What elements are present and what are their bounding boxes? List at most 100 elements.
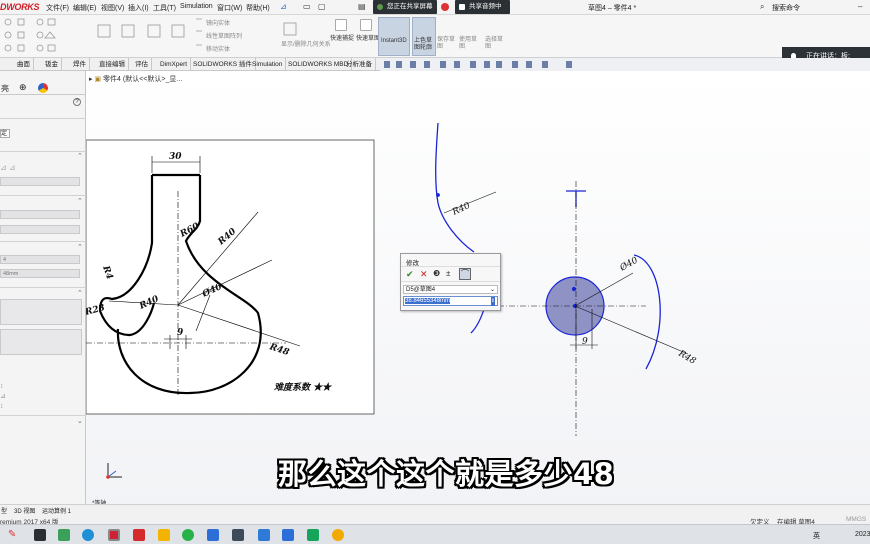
tab-analysis-prep[interactable]: 分析准备	[343, 58, 376, 71]
share-status-icon	[377, 4, 383, 10]
tab-model[interactable]: 型	[1, 506, 7, 515]
save-sketch[interactable]: 保存草图	[437, 37, 455, 51]
heads-up-toolbar	[380, 58, 870, 71]
appearance-tab-icon[interactable]	[38, 83, 48, 93]
screen-share-indicator[interactable]: 您正在共享屏幕	[373, 0, 437, 14]
solidworks-window: DWORKS 文件(F) 编辑(E) 视图(V) 插入(I) 工具(T) Sim…	[0, 0, 870, 544]
clock-year: 2023	[855, 531, 870, 538]
tab-3d-views[interactable]: 3D 视图	[14, 506, 35, 515]
tab-evaluate[interactable]: 评估	[132, 58, 152, 71]
rapid-sketch-icon[interactable]	[360, 19, 372, 31]
instant3d-button[interactable]: Instant3D	[378, 17, 410, 56]
options-box-2[interactable]	[0, 329, 82, 355]
reference-drawing-frame	[86, 139, 375, 415]
menu-edit[interactable]: 编辑(E)	[73, 3, 96, 13]
dimension-name-field[interactable]: 4	[0, 255, 80, 264]
menu-view[interactable]: 视图(V)	[101, 3, 124, 13]
ok-check-icon[interactable]: ✔	[406, 269, 414, 280]
app-icon-blue-2[interactable]	[282, 529, 294, 541]
rapid-sketch[interactable]: 快速草图	[356, 33, 380, 42]
mirror-entities[interactable]: 镜向实体	[206, 18, 230, 27]
tab-surface[interactable]: 曲面	[14, 58, 34, 71]
sketch-dim-r48[interactable]: R48	[676, 348, 698, 366]
tab-direct-editing[interactable]: 直接编辑	[96, 58, 129, 71]
menu-simulation[interactable]: Simulation	[180, 3, 213, 10]
record-icon[interactable]	[441, 3, 449, 11]
tab-simulation[interactable]: Simulation	[249, 58, 287, 71]
tab-sheet-metal[interactable]: 钣金	[42, 58, 62, 71]
menu-help[interactable]: 帮助(H)	[246, 3, 270, 13]
folder-icon[interactable]	[158, 529, 170, 541]
view-tools-icons[interactable]	[380, 58, 600, 71]
app-icon-green[interactable]	[58, 529, 70, 541]
search-icon[interactable]: ⌕	[760, 2, 764, 12]
quick-snap-icon[interactable]	[335, 19, 347, 31]
tab-motion-study[interactable]: 运动算例 1	[42, 506, 71, 515]
print-icon[interactable]: ▤	[358, 2, 366, 11]
feature-tree-tab-icon[interactable]: 亮	[1, 83, 9, 94]
options-box-1[interactable]	[0, 299, 82, 325]
use-sketch[interactable]: 使用草图	[459, 37, 477, 51]
move-entities[interactable]: 移动实体	[206, 44, 230, 53]
coordinate-triad	[106, 463, 122, 479]
pin-icon[interactable]: ⊿	[280, 2, 287, 11]
help-icon[interactable]: ?	[73, 98, 81, 106]
status-units[interactable]: MMGS	[846, 516, 866, 523]
rebuild-icon[interactable]: ❸	[433, 269, 440, 278]
app-icon-green-2[interactable]	[307, 529, 319, 541]
solidworks-taskbar-icon[interactable]	[108, 529, 120, 541]
dimxpert-tab-icon[interactable]: ⊕	[19, 82, 27, 93]
sketch-dim-phi40[interactable]: Ø40	[617, 255, 640, 275]
collapse-chevron-icon[interactable]: ⌃	[77, 289, 83, 297]
collapse-chevron-icon[interactable]: ⌃	[77, 243, 83, 251]
video-subtitle: 那么这个这个就是多少48	[278, 457, 615, 491]
minimize-icon[interactable]: –	[858, 2, 862, 11]
dialog-toolbar: ✔ ✕ ❸ ± ⌒	[401, 266, 500, 282]
shaded-sketch-contours-button[interactable]: 上色草图轮廓	[412, 17, 436, 56]
meeting-icon[interactable]	[258, 529, 270, 541]
scale-icon[interactable]: ±	[446, 269, 450, 278]
app-icon-gray[interactable]	[232, 529, 244, 541]
menu-insert[interactable]: 插入(I)	[128, 3, 149, 13]
relation-dropdown[interactable]	[0, 177, 80, 186]
app-icon-dark[interactable]	[34, 529, 46, 541]
spin-icon[interactable]: ⇕	[490, 297, 495, 306]
property-manager-panel: 亮 ⊕ ? 定 ⌃ ⊿ ⊿ ⌃ ⌃ 4 48mm ⌃ ↕ ⊿ ↕ ⌄	[0, 71, 86, 504]
autocad-icon[interactable]	[133, 529, 145, 541]
option-dropdown-2[interactable]	[0, 225, 80, 234]
menu-tools[interactable]: 工具(T)	[153, 3, 176, 13]
cancel-x-icon[interactable]: ✕	[420, 269, 428, 280]
audio-share-indicator[interactable]: 共享音频中	[455, 0, 510, 14]
expand-chevron-icon[interactable]: ⌄	[77, 417, 83, 425]
dimension-name-select[interactable]: D5@草图4 ⌄	[403, 285, 498, 294]
sketch-dim-9[interactable]: 9	[582, 337, 588, 347]
app-icon-yellow[interactable]	[332, 529, 344, 541]
edge-icon[interactable]	[82, 529, 94, 541]
collapse-chevron-icon[interactable]: ⌃	[77, 152, 83, 160]
collapse-chevron-icon[interactable]: ⌃	[77, 197, 83, 205]
ime-indicator[interactable]: 英	[813, 531, 820, 541]
open-file-icon[interactable]: ▢	[318, 2, 326, 11]
select-sketch[interactable]: 选择草图	[485, 37, 503, 51]
linear-sketch-pattern[interactable]: 线性草图阵列	[206, 31, 242, 40]
sketch-entities[interactable]	[435, 122, 661, 370]
wechat-icon[interactable]	[182, 529, 194, 541]
command-tabs: 曲面 钣金 焊件 直接编辑 评估 DimXpert SOLIDWORKS 插件 …	[0, 58, 380, 71]
tab-weldments[interactable]: 焊件	[70, 58, 90, 71]
tab-addins[interactable]: SOLIDWORKS 插件	[190, 58, 256, 71]
dimension-value-input[interactable]: 38.84655348mm ⇕	[403, 296, 498, 306]
sketch-dim-r40[interactable]: R40	[450, 201, 472, 218]
app-icon-blue[interactable]	[207, 529, 219, 541]
display-relations[interactable]: 显示/删除几何关系	[281, 39, 331, 48]
new-file-icon[interactable]: ▭	[303, 2, 311, 11]
dimension-value-field[interactable]: 48mm	[0, 269, 80, 278]
tab-dimxpert[interactable]: DimXpert	[157, 58, 192, 71]
pen-icon[interactable]: ✎	[8, 529, 20, 541]
quick-snap[interactable]: 快速捕捉	[330, 33, 354, 42]
status-bar: 型 3D 视图 运动算例 1 remium 2017 x64 版 欠定义 在编辑…	[0, 504, 870, 526]
menu-file[interactable]: 文件(F)	[46, 3, 69, 13]
menu-window[interactable]: 窗口(W)	[217, 3, 242, 13]
option-dropdown-1[interactable]	[0, 210, 80, 219]
mark-dimension-icon[interactable]: ⌒	[459, 268, 471, 280]
search-commands[interactable]: 搜索命令	[772, 3, 800, 13]
